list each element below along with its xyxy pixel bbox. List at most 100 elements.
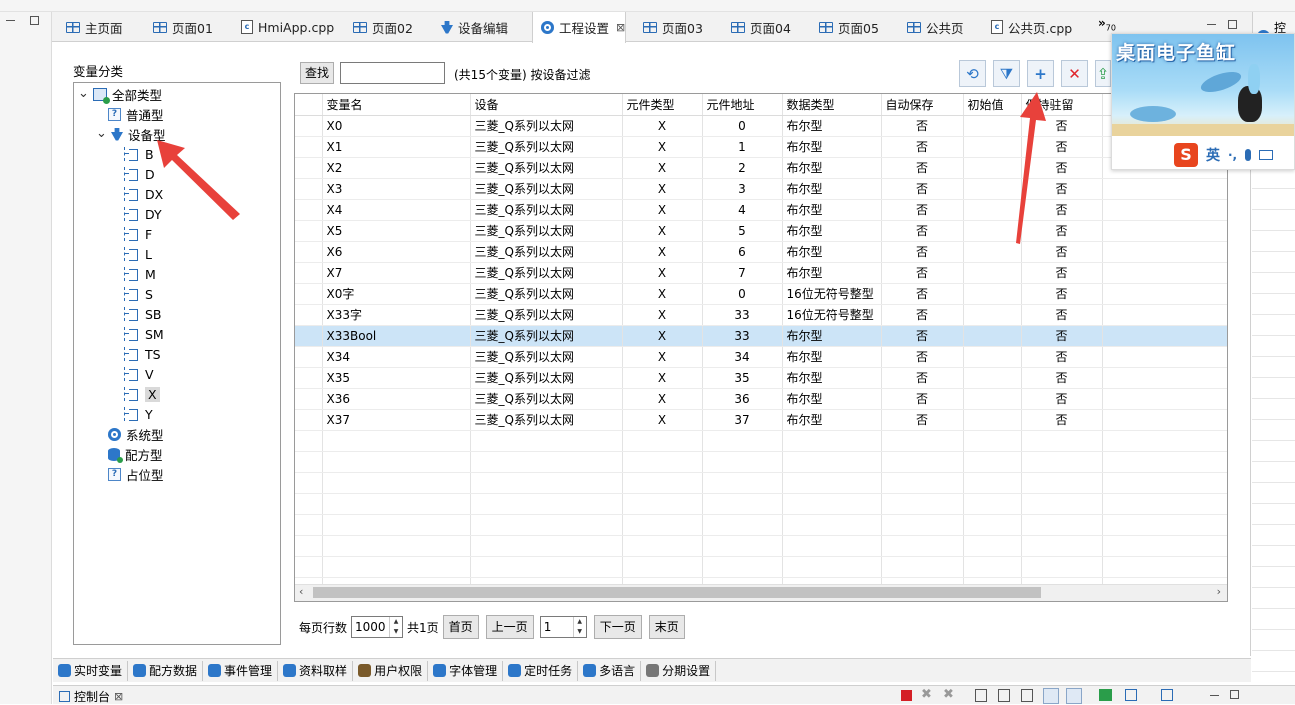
table-cell[interactable]: 三菱_Q系列以太网 [470,388,623,410]
search-input[interactable] [340,62,445,84]
tree-node-系统型[interactable]: 系统型 [108,425,164,443]
table-cell[interactable]: 否 [881,409,964,431]
table-cell[interactable]: 否 [1021,262,1103,284]
display-console-icon[interactable] [1125,689,1137,701]
table-row[interactable]: X33字 三菱_Q系列以太网 X 33 16位无符号整型否否 [295,304,1227,326]
delete-button[interactable]: ✕ [1061,60,1088,87]
table-cell[interactable]: 三菱_Q系列以太网 [470,115,623,137]
table-cell[interactable]: 否 [881,283,964,305]
table-cell[interactable]: X [622,346,703,368]
table-row[interactable]: X3 三菱_Q系列以太网 X 3 布尔型否否 [295,178,1227,200]
table-row[interactable]: X5 三菱_Q系列以太网 X 5 布尔型否否 [295,220,1227,242]
tree-node-X[interactable]: X [124,385,160,403]
bottom-tab-0[interactable]: 实时变量 [53,660,129,681]
table-row[interactable]: X36 三菱_Q系列以太网 X 36 布尔型否否 [295,388,1227,410]
table-cell[interactable]: 三菱_Q系列以太网 [470,136,623,158]
table-cell[interactable]: X [622,199,703,221]
rows-per-page-stepper[interactable]: 1000 ▲ ▼ [351,616,404,638]
table-cell[interactable] [963,262,1022,284]
tree-node-配方型[interactable]: 配方型 [108,445,163,463]
table-cell[interactable]: 16位无符号整型 [782,304,882,326]
table-cell[interactable] [963,136,1022,158]
table-cell[interactable]: 布尔型 [782,388,882,410]
table-cell[interactable]: 三菱_Q系列以太网 [470,157,623,179]
table-cell[interactable] [963,346,1022,368]
tree-node-D[interactable]: D [124,165,155,183]
table-row[interactable]: X0字 三菱_Q系列以太网 X 0 16位无符号整型否否 [295,283,1227,305]
add-variable-button[interactable]: + [1027,60,1054,87]
ime-punctuation-toggle[interactable]: ·, [1228,148,1237,162]
down-arrow-icon[interactable]: ▼ [390,627,402,637]
table-cell[interactable]: X3 [322,178,471,200]
table-cell[interactable]: X5 [322,220,471,242]
table-cell[interactable]: X1 [322,136,471,158]
table-cell[interactable]: 布尔型 [782,409,882,431]
maximize-icon[interactable] [1230,690,1239,699]
tree-node-SB[interactable]: SB [124,305,162,323]
row-header[interactable] [295,262,323,284]
table-cell[interactable]: X [622,157,703,179]
table-cell[interactable]: 三菱_Q系列以太网 [470,220,623,242]
table-cell[interactable]: 3 [702,178,783,200]
row-header[interactable] [295,220,323,242]
tab-6[interactable]: 页面03 [635,12,703,42]
tree-node-B[interactable]: B [124,145,154,163]
table-cell[interactable]: 三菱_Q系列以太网 [470,367,623,389]
bottom-tab-2[interactable]: 事件管理 [203,660,279,681]
next-page-button[interactable]: 下一页 [593,615,642,639]
up-arrow-icon[interactable]: ▲ [390,617,402,627]
bottom-tab-1[interactable]: 配方数据 [128,660,204,681]
tree-node-普通型[interactable]: ? 普通型 [108,105,164,123]
table-cell[interactable]: 布尔型 [782,199,882,221]
table-cell[interactable]: 否 [881,115,964,137]
table-cell[interactable]: X33Bool [322,325,471,347]
column-header[interactable]: 元件地址 [702,94,783,116]
table-cell[interactable]: X0字 [322,283,471,305]
table-cell[interactable]: 36 [702,388,783,410]
table-cell[interactable]: 否 [1021,136,1103,158]
minimize-icon[interactable] [6,20,15,21]
tab-5[interactable]: 工程设置 ⊠ [532,12,627,43]
table-cell[interactable]: X0 [322,115,471,137]
row-header[interactable] [295,388,323,410]
export-button[interactable]: ⇪ [1095,60,1111,87]
table-cell[interactable]: X4 [322,199,471,221]
sogou-logo-icon[interactable]: S [1174,143,1198,167]
row-header[interactable] [295,241,323,263]
last-page-button[interactable]: 末页 [648,615,685,639]
table-cell[interactable]: 布尔型 [782,262,882,284]
row-header[interactable] [295,157,323,179]
table-cell[interactable]: 否 [1021,241,1103,263]
table-row[interactable]: X35 三菱_Q系列以太网 X 35 布尔型否否 [295,367,1227,389]
table-row[interactable]: X0 三菱_Q系列以太网 X 0 布尔型否否 [295,115,1227,137]
table-cell[interactable]: 6 [702,241,783,263]
table-cell[interactable]: 否 [1021,325,1103,347]
tree-node-Y[interactable]: Y [124,405,153,423]
table-cell[interactable]: 三菱_Q系列以太网 [470,262,623,284]
console-tab[interactable]: 控制台 ⊠ [59,688,123,705]
tab-1[interactable]: 页面01 [145,12,213,42]
down-arrow-icon[interactable]: ▼ [574,627,586,637]
column-header[interactable]: 自动保存 [881,94,964,116]
table-cell[interactable]: X [622,409,703,431]
table-cell[interactable]: X33字 [322,304,471,326]
table-cell[interactable]: 否 [1021,409,1103,431]
table-cell[interactable]: 否 [881,262,964,284]
table-row[interactable]: X33Bool 三菱_Q系列以太网 X 33 布尔型否否 [295,325,1227,347]
table-cell[interactable]: 否 [1021,346,1103,368]
table-row[interactable]: X4 三菱_Q系列以太网 X 4 布尔型否否 [295,199,1227,221]
ime-status-bar[interactable]: S 英 ·, [1112,140,1294,170]
table-cell[interactable] [963,115,1022,137]
table-cell[interactable]: 1 [702,136,783,158]
table-cell[interactable]: X [622,178,703,200]
table-cell[interactable]: 布尔型 [782,346,882,368]
tree-node-占位型[interactable]: ? 占位型 [108,465,164,483]
table-cell[interactable]: 33 [702,304,783,326]
table-cell[interactable]: X37 [322,409,471,431]
tab-overflow-button[interactable]: »70 [1098,16,1116,32]
table-cell[interactable]: 布尔型 [782,367,882,389]
tab-4[interactable]: 设备编辑 [433,12,508,42]
tab-3[interactable]: 页面02 [345,12,413,42]
table-cell[interactable]: X [622,388,703,410]
table-cell[interactable]: X2 [322,157,471,179]
